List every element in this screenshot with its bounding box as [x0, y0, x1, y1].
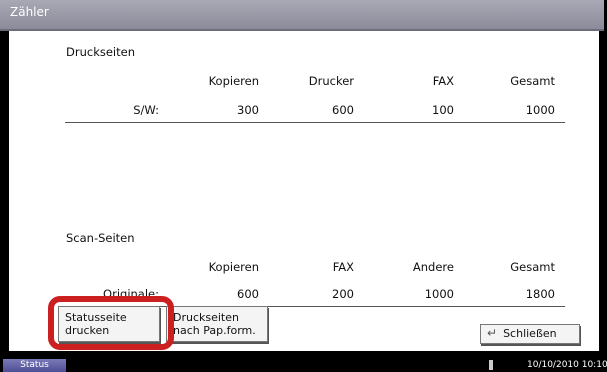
print-divider	[65, 122, 565, 123]
print-pages-by-paper-size-button[interactable]: Druckseiten nach Pap.form.	[166, 306, 268, 342]
print-col-fax: FAX	[432, 74, 454, 88]
highlight-ring	[48, 296, 174, 350]
print-pages-heading: Druckseiten	[66, 45, 135, 59]
scan-value-fax: 200	[332, 287, 354, 301]
print-row-label: S/W:	[133, 103, 159, 117]
scan-col-fax: FAX	[332, 260, 354, 274]
print-col-copy: Kopieren	[208, 74, 259, 88]
scan-col-copy: Kopieren	[208, 260, 259, 274]
print-value-printer: 600	[332, 103, 354, 117]
scan-value-copy: 600	[237, 287, 259, 301]
status-button[interactable]: Status	[3, 359, 66, 372]
window-title: Zähler	[10, 5, 49, 19]
close-button-label: Schließen	[503, 327, 557, 340]
status-indicator-icon	[489, 360, 493, 370]
scan-pages-heading: Scan-Seiten	[66, 231, 135, 245]
print-value-total: 1000	[525, 103, 555, 117]
screen: Zähler Druckseiten Kopieren Drucker FAX …	[0, 0, 607, 372]
enter-arrow-icon: ↵	[487, 326, 498, 340]
scan-col-other: Andere	[412, 260, 454, 274]
close-button[interactable]: ↵ Schließen	[480, 324, 580, 344]
status-bar	[0, 358, 607, 372]
date-time: 10/10/2010 10:10	[527, 360, 607, 370]
print-value-fax: 100	[432, 103, 454, 117]
scan-value-total: 1800	[525, 287, 555, 301]
print-col-total: Gesamt	[510, 74, 555, 88]
scan-value-other: 1000	[424, 287, 454, 301]
scan-col-total: Gesamt	[510, 260, 555, 274]
title-bar: Zähler	[0, 0, 604, 31]
print-value-copy: 300	[237, 103, 259, 117]
print-col-printer: Drucker	[308, 74, 354, 88]
